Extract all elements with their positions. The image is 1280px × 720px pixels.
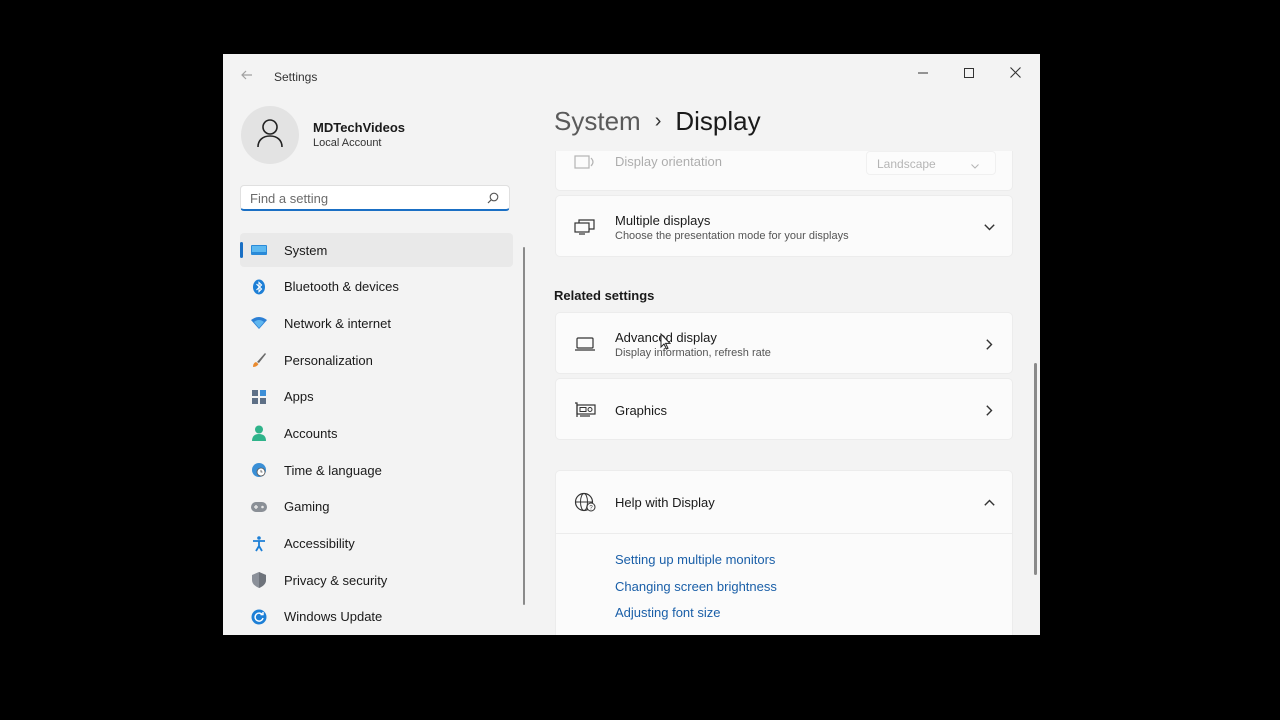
- help-link-multiple-monitors[interactable]: Setting up multiple monitors: [615, 552, 775, 567]
- advanced-display-card[interactable]: Advanced display Display information, re…: [555, 312, 1013, 374]
- breadcrumb-separator: ›: [654, 110, 662, 132]
- rotate-icon: [574, 151, 596, 173]
- laptop-icon: [574, 333, 596, 355]
- page-title: Display: [675, 106, 761, 136]
- orientation-dropdown[interactable]: Landscape: [866, 151, 996, 175]
- chevron-down-icon: [971, 158, 979, 172]
- sidebar-scrollbar[interactable]: [523, 247, 525, 605]
- apps-icon: [251, 389, 267, 405]
- graphics-card-icon: [574, 399, 596, 421]
- breadcrumb: System › Display: [554, 106, 761, 137]
- maximize-icon: [964, 65, 974, 83]
- breadcrumb-parent[interactable]: System: [554, 106, 641, 136]
- account-name: MDTechVideos: [313, 120, 405, 135]
- help-display-header[interactable]: ? Help with Display: [556, 471, 1012, 534]
- main-scrollbar[interactable]: [1034, 363, 1037, 575]
- sidebar-item-label: Bluetooth & devices: [284, 279, 399, 295]
- minimize-button[interactable]: [903, 60, 943, 88]
- sidebar-item-gaming[interactable]: Gaming: [240, 490, 513, 524]
- search-box[interactable]: [240, 185, 510, 211]
- sidebar-nav: System Bluetooth & devices Network & int…: [240, 233, 513, 635]
- sidebar-item-network[interactable]: Network & internet: [240, 306, 513, 340]
- chevron-right-icon[interactable]: [982, 403, 996, 417]
- globe-help-icon: ?: [574, 491, 596, 513]
- shield-icon: [251, 572, 267, 589]
- sidebar-item-label: System: [284, 242, 328, 258]
- settings-window: Settings MDTechVideos Local Account Syst…: [223, 54, 1040, 635]
- close-button[interactable]: [995, 60, 1035, 88]
- sidebar-item-time-language[interactable]: Time & language: [240, 453, 513, 487]
- avatar[interactable]: [241, 106, 299, 164]
- globe-clock-icon: [251, 462, 267, 478]
- person-icon: [256, 118, 284, 153]
- orientation-value: Landscape: [877, 157, 936, 171]
- sidebar-item-windows-update[interactable]: Windows Update: [240, 600, 513, 634]
- display-orientation-card: Display orientation Landscape: [555, 151, 1013, 191]
- help-link-screen-brightness[interactable]: Changing screen brightness: [615, 579, 777, 594]
- maximize-button[interactable]: [949, 60, 989, 88]
- account-type: Local Account: [313, 137, 382, 149]
- help-link-font-size[interactable]: Adjusting font size: [615, 605, 721, 620]
- related-settings-heading: Related settings: [554, 288, 655, 303]
- advanced-display-subtitle: Display information, refresh rate: [615, 347, 771, 359]
- sidebar-item-label: Personalization: [284, 352, 373, 368]
- sidebar-item-personalization[interactable]: Personalization: [240, 343, 513, 377]
- minimize-icon: [918, 65, 928, 83]
- back-arrow-icon[interactable]: [240, 68, 256, 84]
- multiple-displays-card[interactable]: Multiple displays Choose the presentatio…: [555, 195, 1013, 257]
- sidebar-item-apps[interactable]: Apps: [240, 380, 513, 414]
- sidebar-item-system[interactable]: System: [240, 233, 513, 267]
- sidebar-item-label: Accessibility: [284, 536, 355, 551]
- search-icon[interactable]: [487, 191, 499, 209]
- gamepad-icon: [251, 499, 267, 515]
- chevron-up-icon[interactable]: [982, 495, 996, 509]
- display-orientation-title: Display orientation: [615, 154, 722, 169]
- sidebar-item-label: Windows Update: [284, 609, 383, 625]
- sidebar-item-accounts[interactable]: Accounts: [240, 416, 513, 450]
- chevron-down-icon[interactable]: [982, 220, 996, 234]
- sidebar-item-accessibility[interactable]: Accessibility: [240, 527, 513, 561]
- sidebar-item-label: Gaming: [284, 499, 330, 515]
- chevron-right-icon[interactable]: [982, 337, 996, 351]
- mouse-cursor-icon: [660, 332, 672, 355]
- sidebar-item-label: Apps: [284, 389, 314, 405]
- sidebar-item-privacy[interactable]: Privacy & security: [240, 563, 513, 597]
- sidebar-item-label: Accounts: [284, 425, 338, 441]
- sidebar-item-label: Network & internet: [284, 315, 391, 331]
- wifi-icon: [251, 315, 267, 331]
- app-title: Settings: [274, 70, 318, 84]
- multiple-displays-title: Multiple displays: [615, 213, 711, 228]
- graphics-card[interactable]: Graphics: [555, 378, 1013, 440]
- graphics-title: Graphics: [615, 403, 668, 418]
- sidebar-item-label: Privacy & security: [284, 572, 388, 588]
- close-icon: [1009, 65, 1021, 83]
- search-input[interactable]: [250, 189, 475, 207]
- update-icon: [251, 609, 267, 625]
- sidebar-item-bluetooth[interactable]: Bluetooth & devices: [240, 270, 513, 304]
- system-monitor-icon: [251, 242, 267, 258]
- sidebar-item-label: Time & language: [284, 462, 382, 478]
- bluetooth-icon: [251, 279, 267, 295]
- multiple-displays-icon: [574, 216, 596, 238]
- accessibility-icon: [251, 535, 267, 552]
- multiple-displays-subtitle: Choose the presentation mode for your di…: [615, 230, 849, 242]
- help-display-title: Help with Display: [615, 495, 715, 510]
- accounts-icon: [251, 425, 267, 442]
- brush-icon: [251, 352, 267, 368]
